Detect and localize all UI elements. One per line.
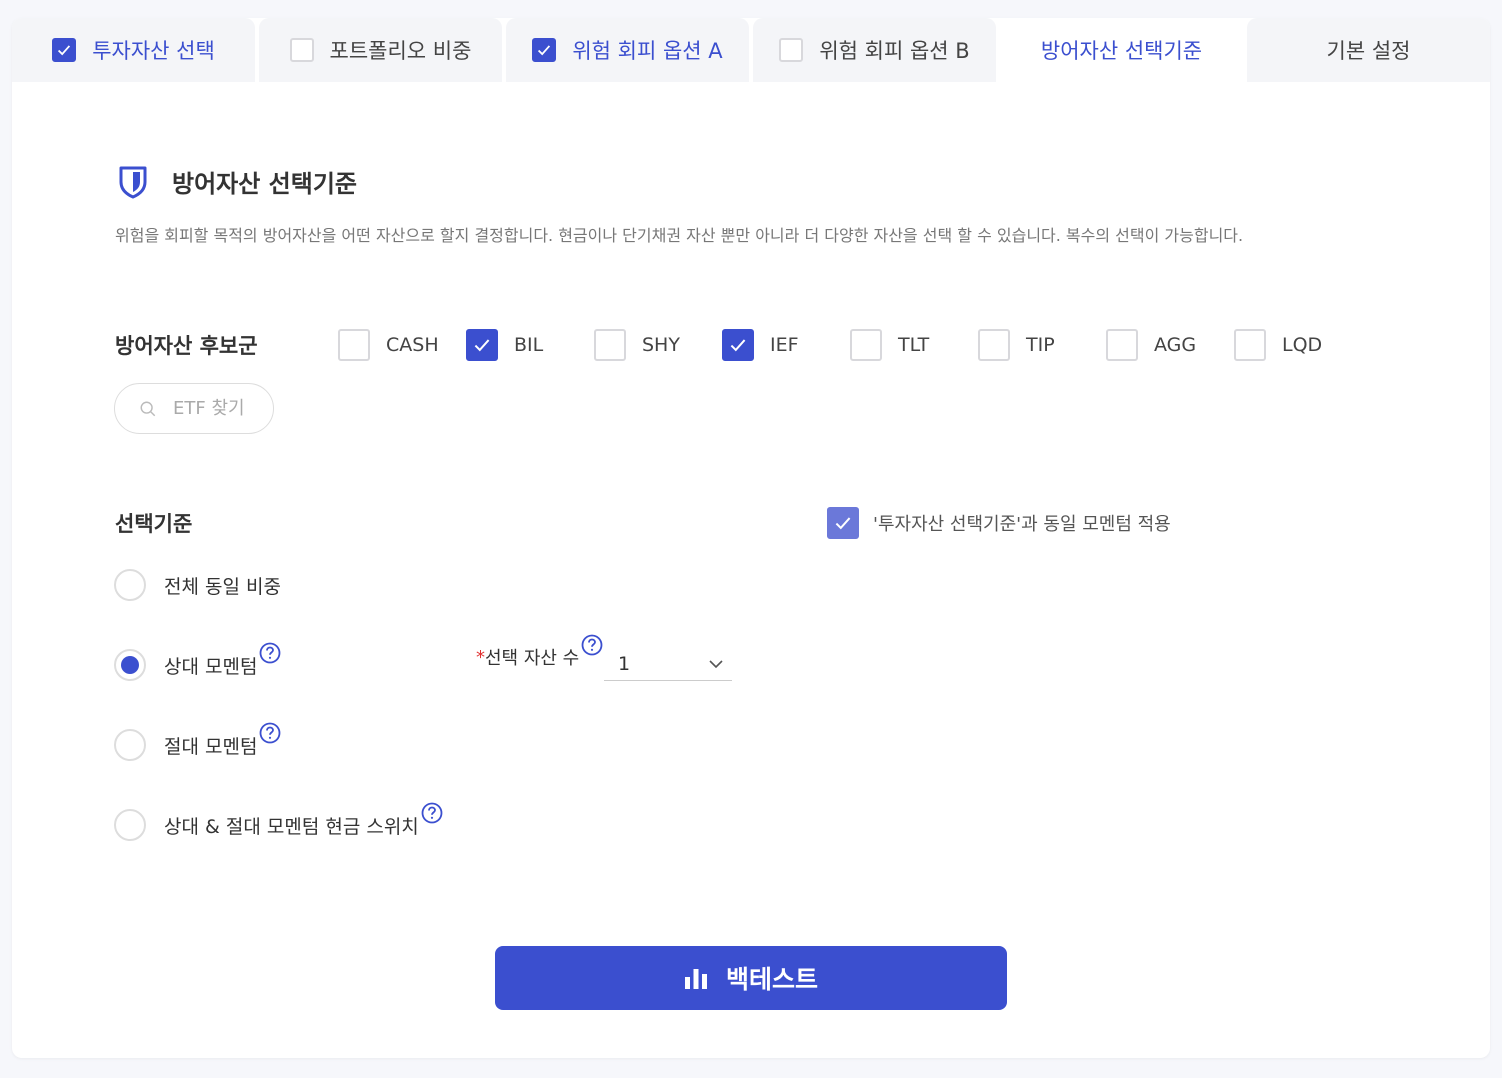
candidates-label: 방어자산 후보군 <box>115 334 258 358</box>
criteria-label: 선택기준 <box>115 512 193 536</box>
radio-selected-icon[interactable] <box>114 649 146 681</box>
select-count-dropdown[interactable]: 1 <box>604 648 732 681</box>
tab-checkbox-icon <box>779 38 804 62</box>
asset-name: TIP <box>1026 334 1055 356</box>
tab-check-icon <box>52 38 77 62</box>
asset-name: BIL <box>514 334 544 356</box>
radio-label: 상대 모멘텀 <box>164 655 258 678</box>
chevron-down-icon <box>709 660 723 669</box>
tab-bar: 투자자산 선택 포트폴리오 비중 위험 회피 옵션 A 위험 회피 옵션 B 방… <box>12 18 1490 82</box>
radio-equal-weight[interactable]: 전체 동일 비중 <box>114 569 281 601</box>
checkbox-icon[interactable] <box>978 329 1010 361</box>
backtest-label: 백테스트 <box>725 965 818 994</box>
checkbox-icon[interactable] <box>1234 329 1266 361</box>
required-mark: * <box>476 646 485 668</box>
radio-icon[interactable] <box>114 809 146 841</box>
checkbox-icon[interactable] <box>850 329 882 361</box>
section-description: 위험을 회피할 목적의 방어자산을 어떤 자산으로 할지 결정합니다. 현금이나… <box>115 226 1244 245</box>
help-icon[interactable] <box>421 802 443 824</box>
asset-name: IEF <box>770 334 799 356</box>
checkbox-checked-icon[interactable] <box>827 507 859 539</box>
tab-check-icon <box>532 38 557 62</box>
checkbox-icon[interactable] <box>594 329 626 361</box>
asset-name: LQD <box>1282 334 1323 356</box>
radio-absolute-momentum[interactable]: 절대 모멘텀 <box>114 722 281 761</box>
radio-dual-momentum-switch[interactable]: 상대 & 절대 모멘텀 현금 스위치 <box>114 802 443 841</box>
etf-search-input[interactable] <box>173 398 263 419</box>
tab-label: 투자자산 선택 <box>92 39 215 63</box>
same-momentum-label: '투자자산 선택기준'과 동일 모멘텀 적용 <box>873 514 1171 535</box>
radio-label: 전체 동일 비중 <box>164 575 281 598</box>
section-header: 방어자산 선택기준 <box>118 164 357 199</box>
tab-checkbox-icon <box>289 38 314 62</box>
asset-name: TLT <box>898 334 930 356</box>
checkbox-icon[interactable] <box>1106 329 1138 361</box>
tab-label: 기본 설정 <box>1326 39 1411 63</box>
asset-ief[interactable]: IEF <box>722 329 850 361</box>
tab-risk-option-a[interactable]: 위험 회피 옵션 A <box>506 18 749 82</box>
asset-lqd[interactable]: LQD <box>1234 329 1362 361</box>
tab-risk-option-b[interactable]: 위험 회피 옵션 B <box>753 18 996 82</box>
search-icon <box>140 401 156 416</box>
asset-bil[interactable]: BIL <box>466 329 594 361</box>
tab-defensive-criteria[interactable]: 방어자산 선택기준 <box>1000 18 1243 82</box>
same-momentum-option[interactable]: '투자자산 선택기준'과 동일 모멘텀 적용 <box>827 507 1171 539</box>
asset-name: CASH <box>386 334 439 356</box>
help-icon[interactable] <box>581 634 603 656</box>
checkbox-checked-icon[interactable] <box>466 329 498 361</box>
help-icon[interactable] <box>259 642 281 664</box>
radio-icon[interactable] <box>114 569 146 601</box>
radio-relative-momentum[interactable]: 상대 모멘텀 <box>114 642 281 681</box>
section-title: 방어자산 선택기준 <box>172 170 357 198</box>
tab-label: 위험 회피 옵션 A <box>572 39 723 63</box>
asset-tip[interactable]: TIP <box>978 329 1106 361</box>
select-count-text: 선택 자산 수 <box>485 648 580 669</box>
checkbox-icon[interactable] <box>338 329 370 361</box>
tab-investment-asset[interactable]: 투자자산 선택 <box>12 18 255 82</box>
select-count-label: * 선택 자산 수 <box>476 634 603 670</box>
tab-label: 위험 회피 옵션 B <box>819 39 970 63</box>
radio-label: 상대 & 절대 모멘텀 현금 스위치 <box>164 815 419 838</box>
bar-chart-icon <box>684 969 707 989</box>
help-icon[interactable] <box>259 722 281 744</box>
tab-label: 방어자산 선택기준 <box>1040 39 1203 63</box>
radio-label: 절대 모멘텀 <box>164 735 258 758</box>
asset-agg[interactable]: AGG <box>1106 329 1234 361</box>
asset-tlt[interactable]: TLT <box>850 329 978 361</box>
tab-basic-settings[interactable]: 기본 설정 <box>1247 18 1490 82</box>
asset-shy[interactable]: SHY <box>594 329 722 361</box>
backtest-button[interactable]: 백테스트 <box>495 946 1007 1010</box>
etf-search[interactable] <box>114 383 274 434</box>
asset-name: SHY <box>642 334 680 356</box>
select-count-value: 1 <box>618 653 631 675</box>
checkbox-checked-icon[interactable] <box>722 329 754 361</box>
asset-cash[interactable]: CASH <box>338 329 466 361</box>
tab-label: 포트폴리오 비중 <box>329 39 472 63</box>
shield-icon <box>119 166 147 198</box>
asset-checkbox-list: CASH BIL SHY IEF TLT TIP AGG LQD <box>338 329 1362 361</box>
tab-portfolio-weight[interactable]: 포트폴리오 비중 <box>259 18 502 82</box>
radio-icon[interactable] <box>114 729 146 761</box>
asset-name: AGG <box>1154 334 1197 356</box>
